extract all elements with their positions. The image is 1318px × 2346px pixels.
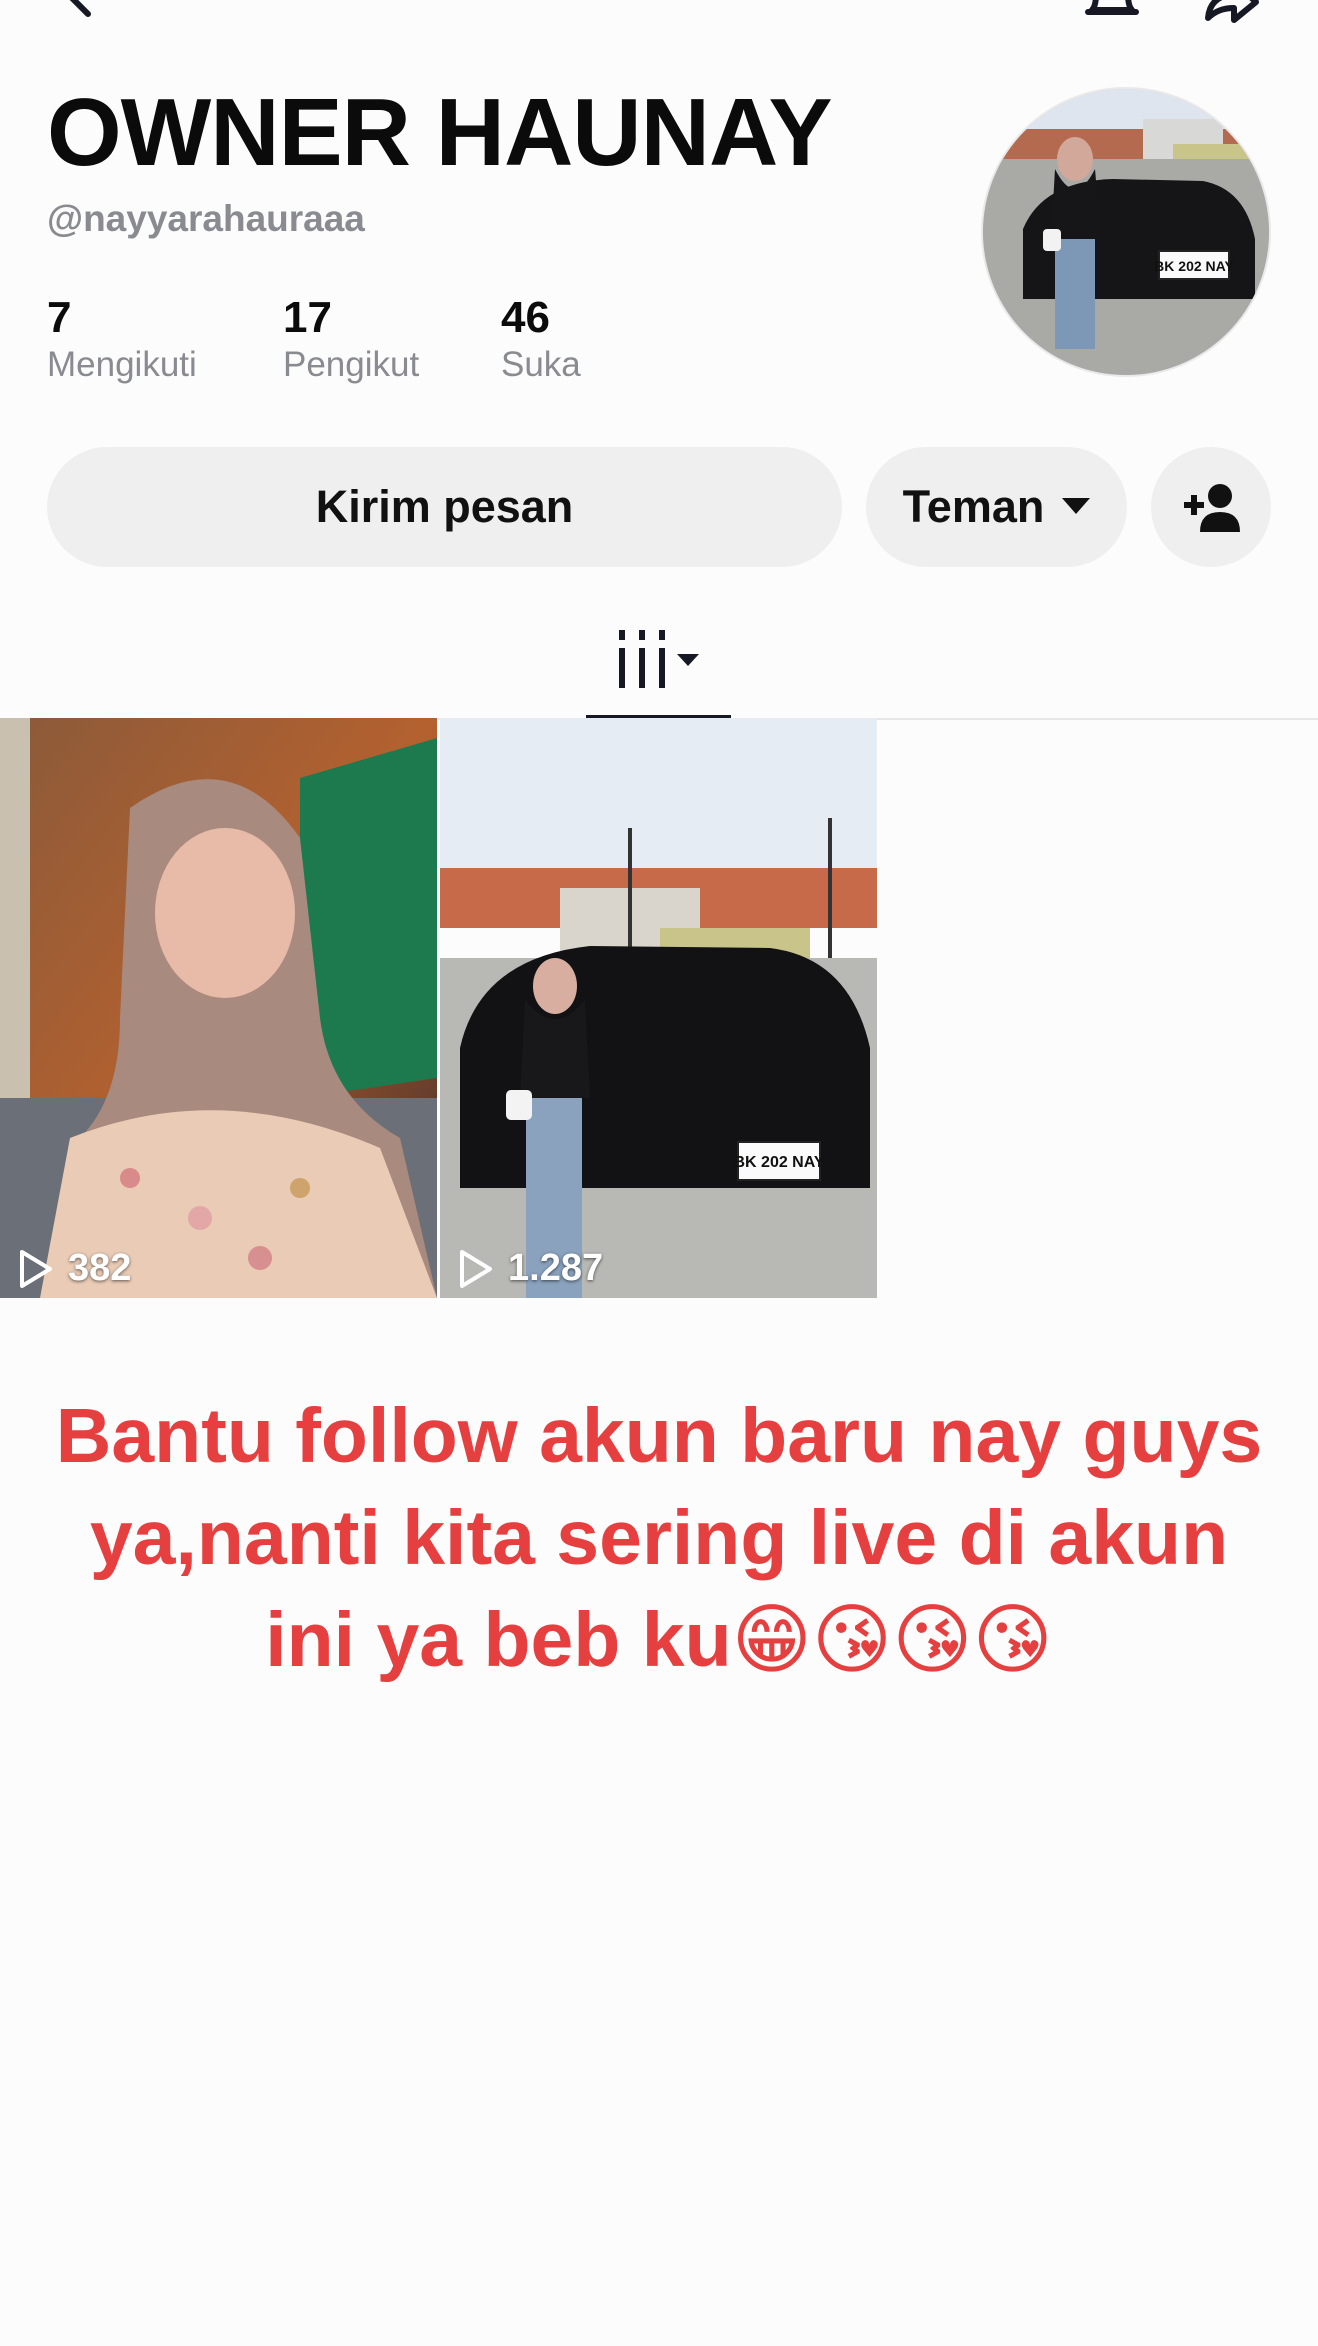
play-icon: [460, 1249, 492, 1288]
video-thumbnail[interactable]: 382: [0, 718, 437, 1298]
share-icon[interactable]: [1200, 0, 1260, 24]
stat-following-label: Mengikuti: [47, 345, 197, 384]
video-view-count-text: 382: [68, 1247, 132, 1289]
avatar-photo: BK 202 NAY: [983, 89, 1269, 375]
avatar-plate-text: BK 202 NAY: [1154, 258, 1234, 274]
video-view-count: 1.287: [458, 1247, 603, 1290]
tab-videos[interactable]: [586, 600, 731, 720]
play-icon: [20, 1249, 52, 1288]
add-user-icon: [1184, 484, 1240, 532]
stat-following[interactable]: 7 Mengikuti: [47, 292, 197, 386]
videos-grid-icon: [619, 630, 699, 688]
stat-followers[interactable]: 17 Pengikut: [283, 292, 419, 386]
add-user-button[interactable]: [1151, 447, 1271, 567]
back-icon[interactable]: [58, 0, 102, 18]
video-view-count: 382: [18, 1247, 131, 1290]
stat-followers-label: Pengikut: [283, 345, 420, 384]
stat-likes-value: 46: [501, 293, 550, 342]
caret-down-icon: [1062, 498, 1091, 514]
top-bar: [0, 0, 1318, 40]
stat-likes[interactable]: 46 Suka: [501, 292, 581, 386]
profile-display-name: OWNER HAUNAY: [47, 79, 832, 186]
stat-likes-label: Suka: [501, 345, 581, 384]
bell-icon[interactable]: [1082, 0, 1142, 24]
video-view-count-text: 1.287: [508, 1247, 604, 1289]
stat-following-value: 7: [47, 293, 72, 342]
avatar[interactable]: BK 202 NAY: [981, 87, 1271, 377]
video-thumbnail-image: BK 202 NAY: [440, 718, 877, 1298]
profile-username: @nayyarahauraaa: [47, 198, 365, 239]
video-thumbnail[interactable]: BK 202 NAY 1.287: [440, 718, 877, 1298]
friend-status-button[interactable]: Teman: [866, 447, 1127, 567]
content-tabs: [0, 600, 1318, 720]
send-message-label: Kirim pesan: [315, 481, 574, 532]
send-message-button[interactable]: Kirim pesan: [47, 447, 842, 567]
friend-status-label: Teman: [902, 481, 1045, 532]
promo-caption: Bantu follow akun baru nay guys ya,nanti…: [55, 1393, 1263, 1683]
video-plate-text: BK 202 NAY: [733, 1154, 824, 1171]
stat-followers-value: 17: [283, 293, 332, 342]
video-thumbnail-image: [0, 718, 437, 1298]
